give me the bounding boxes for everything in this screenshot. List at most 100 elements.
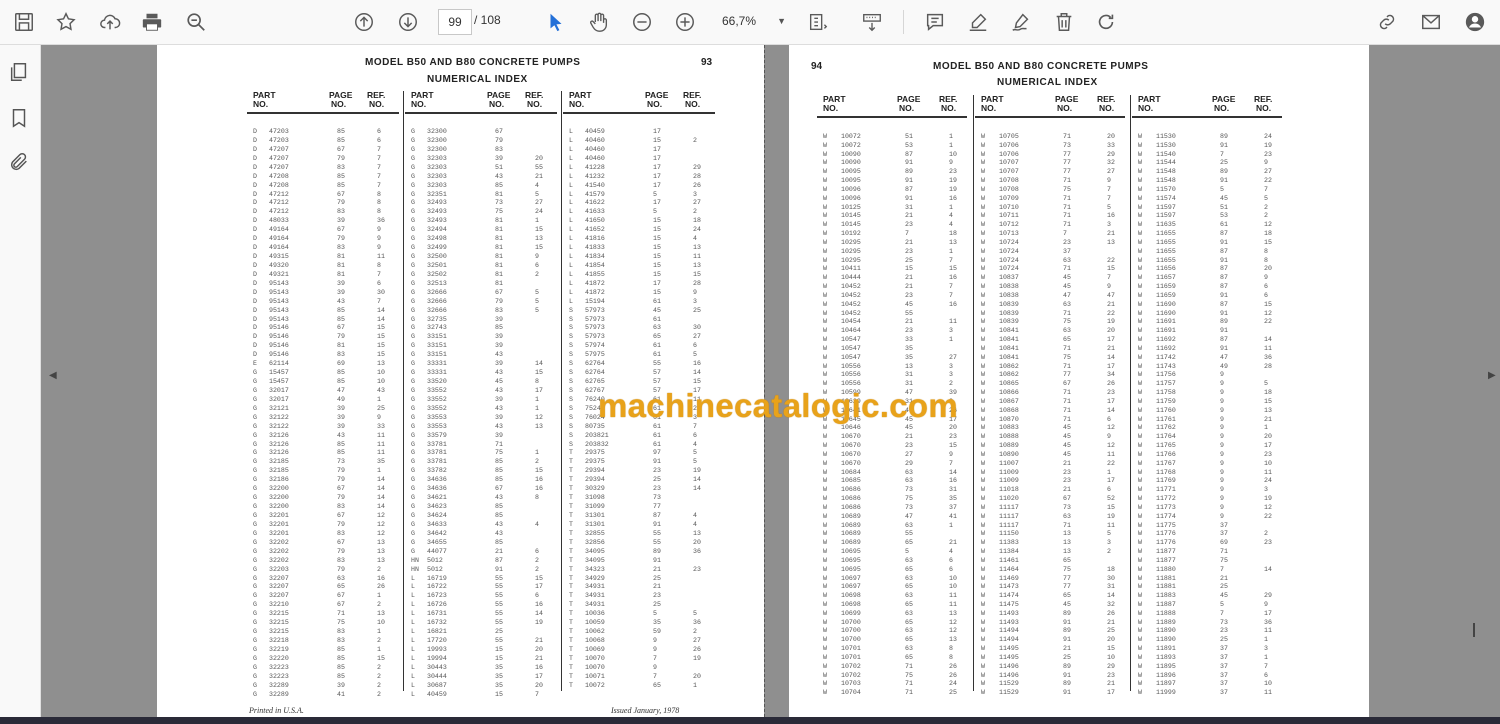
part-number: 10839	[999, 300, 1019, 308]
header-rule	[563, 112, 715, 114]
part-number: 10686	[841, 486, 861, 494]
part-number: 41232	[585, 172, 605, 180]
part-number: 34642	[427, 529, 447, 537]
page-ref: 65	[905, 565, 913, 573]
page-ref: 79	[337, 476, 345, 484]
sign-icon[interactable]	[1007, 8, 1035, 36]
scroll-mode-icon[interactable]	[858, 8, 886, 36]
ref-number: 17	[1107, 397, 1115, 405]
zoom-out-icon[interactable]	[628, 8, 656, 36]
part-number: 10883	[999, 424, 1019, 432]
page-ref: 85	[495, 181, 503, 189]
scrollbar-thumb[interactable]	[1473, 623, 1475, 637]
page-ref: 39	[337, 288, 345, 296]
hand-icon[interactable]	[585, 8, 613, 36]
part-number: 32220	[269, 654, 289, 662]
part-number: 11657	[1156, 274, 1176, 282]
col-header-ref-no: NO.	[1256, 103, 1272, 113]
page-93: MODEL B50 AND B80 CONCRETE PUMPS NUMERIC…	[157, 45, 764, 717]
upload-icon[interactable]	[96, 8, 124, 36]
bookmarks-icon[interactable]	[8, 107, 32, 131]
share-link-icon[interactable]	[1373, 8, 1401, 36]
page-ref: 37	[1220, 530, 1228, 538]
part-prefix: W	[823, 574, 827, 582]
part-prefix: G	[411, 190, 415, 198]
page-up-icon[interactable]	[350, 8, 378, 36]
ref-number: 2	[377, 690, 381, 698]
part-prefix: W	[981, 309, 985, 317]
part-prefix: G	[253, 520, 257, 528]
part-number: 44077	[427, 547, 447, 555]
part-number: 11383	[999, 539, 1019, 547]
page-ref: 89	[1063, 680, 1071, 688]
page-ref: 25	[905, 256, 913, 264]
email-icon[interactable]	[1417, 8, 1445, 36]
part-number: 10670	[841, 433, 861, 441]
attachments-icon[interactable]	[8, 151, 32, 175]
ref-number: 1	[949, 336, 953, 344]
next-page-arrow-icon[interactable]: ▶	[1488, 370, 1496, 381]
thumbnails-icon[interactable]	[8, 61, 32, 85]
part-prefix: G	[253, 386, 257, 394]
page-ref: 17	[653, 128, 661, 135]
part-number: 32122	[269, 422, 289, 430]
page-ref: 75	[495, 449, 503, 457]
part-prefix: L	[411, 601, 415, 609]
ref-number: 32	[1107, 159, 1115, 167]
document-viewport[interactable]: ◀ ▶ MODEL B50 AND B80 CONCRETE PUMPS NUM…	[41, 45, 1500, 717]
select-pointer-icon[interactable]	[542, 8, 570, 36]
part-prefix: W	[823, 477, 827, 485]
part-number: 34931	[585, 583, 605, 591]
prev-page-arrow-icon[interactable]: ◀	[49, 370, 57, 381]
ref-number: 15	[535, 574, 543, 582]
save-icon[interactable]	[10, 8, 38, 36]
page-ref: 9	[1220, 371, 1224, 379]
zoom-find-icon[interactable]	[182, 8, 210, 36]
zoom-select[interactable]: 66,7% ▼	[714, 9, 790, 33]
ref-number: 6	[693, 342, 697, 350]
comment-icon[interactable]	[921, 8, 949, 36]
part-number: 10890	[999, 450, 1019, 458]
part-prefix: T	[569, 556, 573, 564]
ref-number: 14	[377, 485, 385, 493]
part-number: 34636	[427, 485, 447, 493]
part-prefix: W	[823, 336, 827, 344]
part-number: 11771	[1156, 486, 1176, 494]
part-prefix: W	[981, 177, 985, 185]
ref-number: 14	[535, 610, 543, 618]
page-ref: 51	[495, 163, 503, 171]
page-ref: 15	[653, 253, 661, 261]
part-number: 15457	[269, 369, 289, 377]
bookmark-star-icon[interactable]	[52, 8, 80, 36]
ref-number: 3	[1264, 645, 1268, 653]
rotate-icon[interactable]	[1092, 8, 1120, 36]
page-ref: 87	[1220, 283, 1228, 291]
page-ref: 71	[1063, 397, 1071, 405]
part-prefix: W	[1138, 274, 1142, 282]
page-ref: 45	[1063, 283, 1071, 291]
part-prefix: G	[253, 547, 257, 555]
part-number: 47212	[269, 208, 289, 216]
part-number: 11883	[1156, 592, 1176, 600]
account-icon[interactable]	[1461, 8, 1489, 36]
page-ref: 57	[653, 378, 661, 386]
fit-page-icon[interactable]	[804, 8, 832, 36]
page-ref: 67	[337, 485, 345, 493]
ref-number: 15	[949, 265, 957, 273]
page-down-icon[interactable]	[394, 8, 422, 36]
part-number: 47207	[269, 163, 289, 171]
ref-number: 15	[1107, 645, 1115, 653]
ref-number: 17	[1107, 689, 1115, 697]
part-number: 62114	[269, 360, 289, 368]
print-icon[interactable]	[138, 8, 166, 36]
zoom-in-icon[interactable]	[671, 8, 699, 36]
part-number: 10704	[841, 689, 861, 697]
page-ref: 39	[495, 431, 503, 439]
part-prefix: W	[1138, 565, 1142, 573]
page-ref: 63	[1063, 327, 1071, 335]
delete-icon[interactable]	[1050, 8, 1078, 36]
highlight-icon[interactable]	[964, 8, 992, 36]
page-ref: 17	[653, 163, 661, 171]
page-number-input[interactable]: 99	[438, 9, 472, 35]
part-number: 10096	[841, 185, 861, 193]
